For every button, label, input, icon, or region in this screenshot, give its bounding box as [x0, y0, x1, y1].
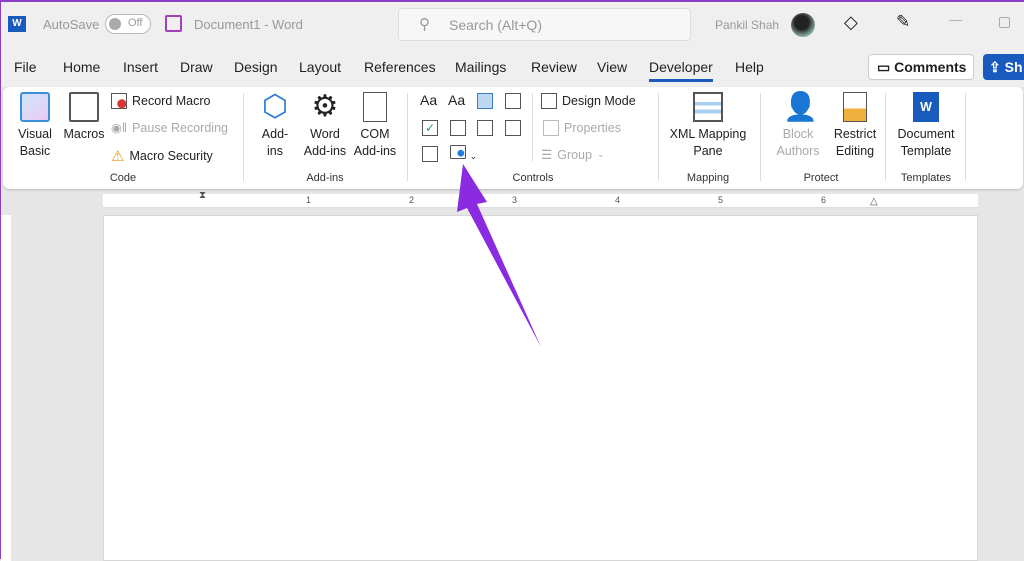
annotation-arrow — [457, 164, 541, 347]
arrow-shape — [457, 164, 541, 347]
